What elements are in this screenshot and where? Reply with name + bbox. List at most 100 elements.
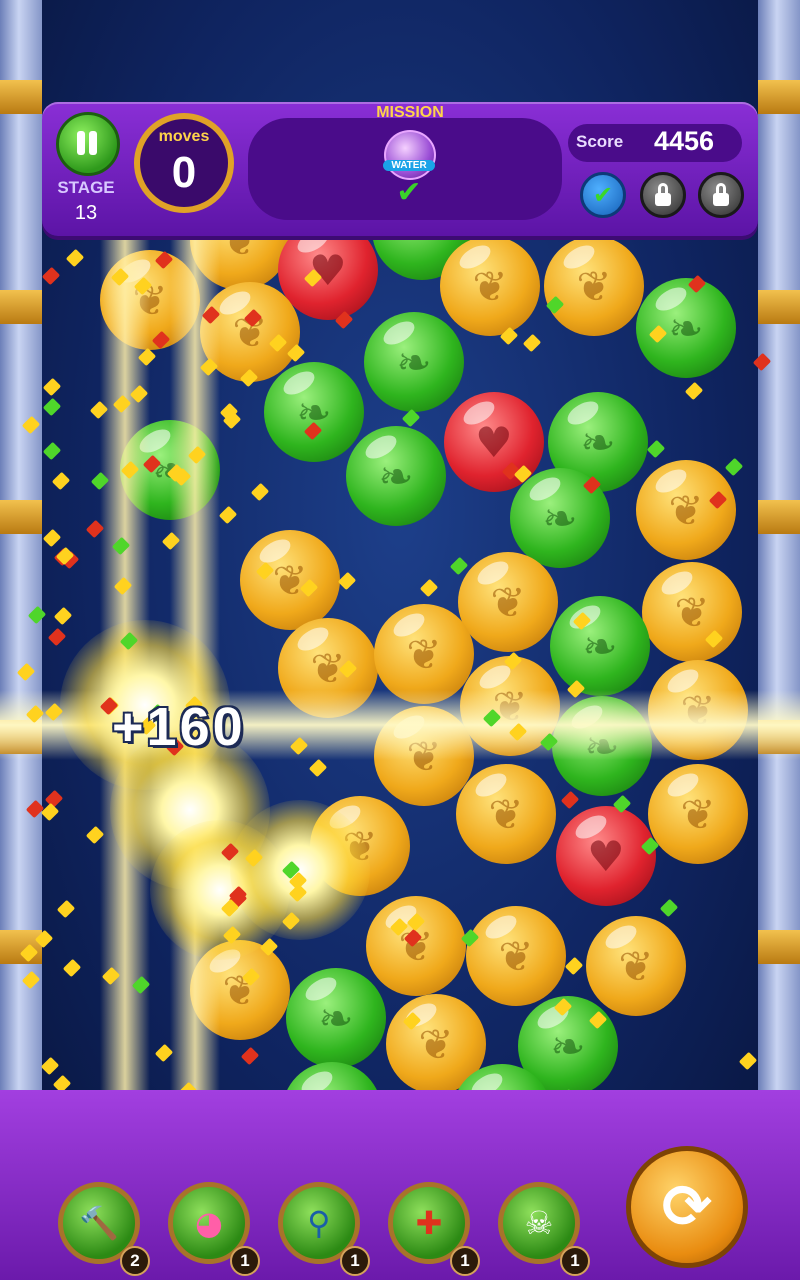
bubble-yellow: ❦ (586, 916, 686, 1016)
moves-value: 0 (171, 148, 197, 197)
score-popup: +160 (112, 697, 246, 757)
goal-locked-badge (698, 172, 744, 218)
heart-icon: ♥ (475, 417, 513, 467)
cross-blast-icon: ✚ (415, 1204, 443, 1242)
right-pillar (758, 0, 800, 1100)
leaf-icon: ❧ (668, 303, 704, 353)
leaf-icon: ❧ (542, 493, 578, 543)
bubble-yellow: ❦ (440, 236, 540, 336)
score-label: Score (576, 132, 624, 151)
bubble-yellow: ❦ (456, 764, 556, 864)
moves-label: moves (158, 128, 210, 145)
goal-locked-badge (640, 172, 686, 218)
bubble-yellow: ❦ (642, 562, 742, 662)
gem-particle (53, 606, 73, 626)
leaf-icon: ❧ (396, 337, 432, 387)
gem-particle (41, 267, 60, 286)
gem-particle (240, 1047, 260, 1066)
gem-particle (42, 397, 61, 417)
gem-particle (450, 556, 469, 575)
magnifier-icon: ⚲ (307, 1204, 331, 1242)
gem-particle (308, 758, 328, 777)
gem-particle (251, 482, 270, 502)
gem-particle (564, 957, 584, 976)
water-potion-icon (384, 130, 436, 180)
pillar-band (0, 500, 42, 534)
gem-particle (646, 439, 665, 459)
butterfly-icon: ❦ (472, 261, 508, 311)
swap-icon: ⟳ (661, 1172, 713, 1242)
bubble-green: ❧ (364, 312, 464, 412)
leaf-icon: ❧ (550, 1021, 586, 1071)
butterfly-icon: ❦ (618, 941, 654, 991)
leaf-icon: ❧ (582, 621, 618, 671)
goal-complete-badge: ✔ (580, 172, 626, 218)
gem-particle (66, 248, 85, 268)
gem-particle (738, 1052, 758, 1071)
bubble-yellow: ❦ (466, 906, 566, 1006)
bubble-green: ❧ (286, 968, 386, 1068)
gem-particle (56, 900, 75, 919)
bubble-yellow: ❦ (374, 604, 474, 704)
bubble-yellow: ❦ (544, 236, 644, 336)
bubble-yellow: ❦ (366, 896, 466, 996)
gem-particle (218, 506, 237, 525)
left-pillar (0, 0, 42, 1100)
pause-button[interactable] (56, 112, 120, 176)
butterfly-icon: ❦ (490, 577, 526, 627)
booster-count: 2 (120, 1246, 150, 1276)
swap-bubble-button[interactable]: ⟳ (626, 1146, 748, 1268)
gem-particle (522, 333, 542, 352)
check-icon: ✔ (592, 181, 614, 209)
gem-particle (42, 441, 62, 460)
booster-count: 1 (340, 1246, 370, 1276)
pillar-band (0, 80, 42, 114)
hammer-icon: 🔨 (79, 1204, 119, 1242)
booster-count: 1 (230, 1246, 260, 1276)
gem-particle (42, 377, 62, 397)
gem-particle (337, 572, 357, 591)
rainbow-ball-icon: ◕ (195, 1204, 223, 1242)
butterfly-icon: ❦ (488, 789, 524, 839)
check-icon: ✔ (396, 175, 422, 210)
bubble-yellow: ❦ (648, 764, 748, 864)
gem-particle (660, 898, 679, 918)
butterfly-icon: ❦ (680, 789, 716, 839)
lock-icon (655, 182, 671, 206)
bubble-green: ❧ (264, 362, 364, 462)
mission-title: MISSION (376, 104, 444, 121)
gem-particle (724, 458, 744, 477)
stage-label: STAGE (57, 178, 115, 197)
gem-particle (62, 958, 82, 978)
lock-icon (713, 182, 729, 206)
score-value: 4456 (653, 126, 715, 156)
gem-particle (420, 578, 439, 597)
bubble-yellow: ❦ (458, 552, 558, 652)
gem-particle (684, 381, 704, 401)
pillar-band (758, 290, 800, 324)
gem-particle (43, 528, 62, 548)
booster-count: 1 (450, 1246, 480, 1276)
booster-count: 1 (560, 1246, 590, 1276)
heart-icon: ♥ (587, 831, 625, 881)
gem-particle (560, 790, 579, 810)
butterfly-icon: ❦ (406, 629, 442, 679)
burst-effect (230, 800, 370, 940)
pillar-band (758, 930, 800, 964)
mission-item-label: WATER (383, 160, 435, 171)
leaf-icon: ❧ (318, 993, 354, 1043)
pillar-band (758, 500, 800, 534)
butterfly-icon: ❦ (498, 931, 534, 981)
bubble-green: ❧ (550, 596, 650, 696)
gem-particle (51, 472, 70, 491)
gem-particle (402, 409, 421, 428)
butterfly-icon: ❦ (272, 555, 308, 605)
butterfly-icon: ❦ (418, 1019, 454, 1069)
leaf-icon: ❧ (580, 417, 616, 467)
pillar-band (758, 80, 800, 114)
bubble-green: ❧ (636, 278, 736, 378)
butterfly-icon: ❦ (674, 587, 710, 637)
leaf-icon: ❧ (378, 451, 414, 501)
bubble-green: ❧ (346, 426, 446, 526)
gem-particle (47, 627, 66, 646)
